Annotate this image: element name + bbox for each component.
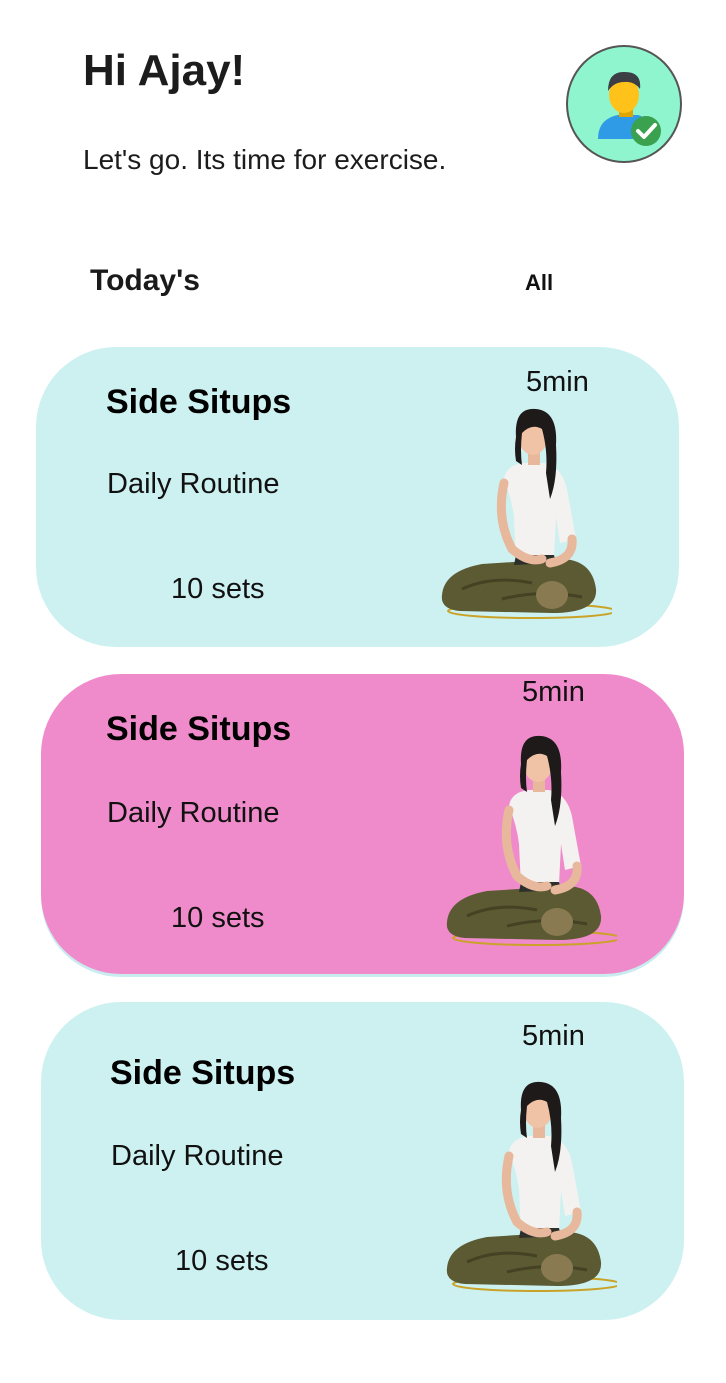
verified-user-icon <box>598 71 661 146</box>
workout-card[interactable]: Side Situps Daily Routine 10 sets 5min <box>41 1002 684 1320</box>
workout-duration: 5min <box>526 366 589 398</box>
workout-title: Side Situps <box>106 383 292 421</box>
meditating-woman-image <box>446 735 617 946</box>
workout-sets: 10 sets <box>171 573 265 605</box>
workout-title: Side Situps <box>106 710 292 748</box>
greeting-title: Hi Ajay! <box>83 46 246 95</box>
workout-title: Side Situps <box>110 1054 296 1092</box>
avatar[interactable] <box>566 45 682 163</box>
workout-card[interactable]: Side Situps Daily Routine 10 sets 5min <box>36 347 679 647</box>
workout-subtitle: Daily Routine <box>111 1140 284 1172</box>
workout-card[interactable]: Side Situps Daily Routine 10 sets 5min <box>41 674 684 974</box>
greeting-subtitle: Let's go. Its time for exercise. <box>83 144 447 175</box>
view-all-link[interactable]: All <box>525 270 553 296</box>
workout-subtitle: Daily Routine <box>107 797 280 829</box>
workout-sets: 10 sets <box>175 1245 269 1277</box>
workout-sets: 10 sets <box>171 902 265 934</box>
workout-duration: 5min <box>522 1020 585 1052</box>
meditating-woman-image <box>446 1081 617 1292</box>
section-title-todays: Today's <box>90 264 200 297</box>
workout-duration: 5min <box>522 676 585 708</box>
workout-subtitle: Daily Routine <box>107 468 280 500</box>
meditating-woman-image <box>441 408 612 619</box>
